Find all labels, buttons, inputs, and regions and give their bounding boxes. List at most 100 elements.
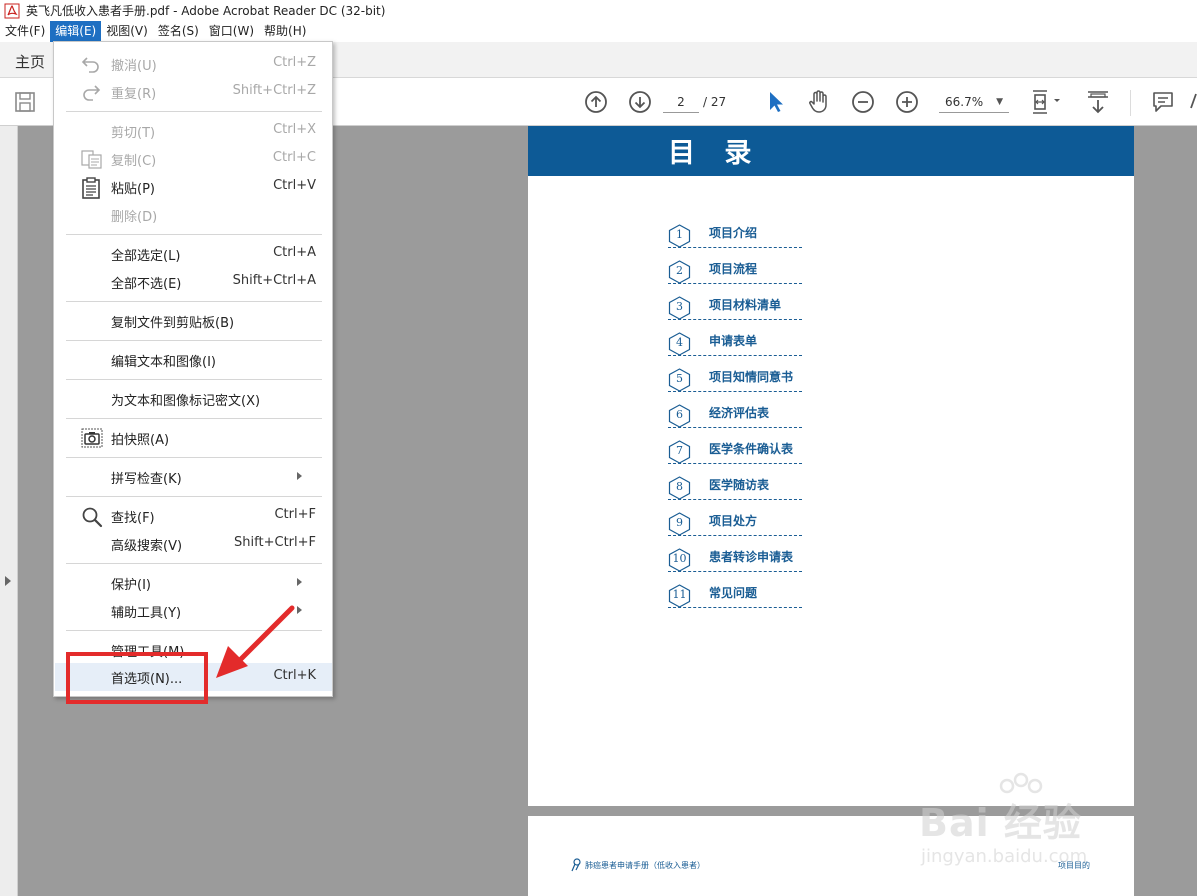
edit-menu-item-0[interactable]: 撤消(U) Ctrl+Z (55, 50, 332, 76)
edit-menu-item-2[interactable]: 剪切(T) Ctrl+X (55, 117, 332, 143)
toc-header: 目 录 (528, 126, 1134, 176)
zoom-out-icon (852, 91, 874, 113)
edit-menu-item-shortcut: Ctrl+A (273, 245, 316, 260)
toc-item-label: 项目流程 (709, 262, 758, 276)
zoom-out-button[interactable] (851, 90, 875, 114)
toc-item[interactable]: 8 医学随访表 (668, 474, 802, 500)
edit-menu-item-10[interactable]: 为文本和图像标记密文(X) (55, 385, 332, 411)
edit-menu-item-14[interactable]: 高级搜索(V) Shift+Ctrl+F (55, 530, 332, 556)
edit-menu-item-label: 删除(D) (111, 210, 158, 225)
watermark-text: Bai 经验 (919, 801, 1082, 845)
zoom-level-value: 66.7% (945, 95, 984, 109)
zoom-level-select[interactable]: 66.7% ▼ (939, 91, 1009, 113)
toc-item[interactable]: 6 经济评估表 (668, 402, 802, 428)
edit-menu-item-label: 保护(I) (111, 578, 151, 593)
toc-item[interactable]: 5 项目知情同意书 (668, 366, 802, 392)
save-icon (15, 92, 35, 112)
toc-item-number: 11 (672, 588, 687, 601)
tab-home[interactable]: 主页 (15, 51, 45, 72)
toc-item[interactable]: 10 患者转诊申请表 (668, 546, 802, 572)
submenu-arrow-icon (297, 472, 302, 480)
edit-menu-item-shortcut: Ctrl+X (273, 122, 316, 137)
paste-icon (81, 177, 101, 199)
menu-item-0[interactable]: 文件(F) (0, 21, 50, 42)
edit-menu-item-label: 剪切(T) (111, 126, 156, 141)
edit-menu-item-1[interactable]: 重复(R) Shift+Ctrl+Z (55, 78, 332, 104)
menu-item-4[interactable]: 窗口(W) (204, 21, 259, 42)
edit-menu-item-11[interactable]: 拍快照(A) (55, 424, 332, 450)
fit-page-button[interactable] (1030, 89, 1064, 115)
previous-page-button[interactable] (584, 90, 608, 114)
toc-item-number: 3 (676, 300, 683, 313)
edit-menu-item-4[interactable]: 粘贴(P) Ctrl+V (55, 173, 332, 199)
menu-separator (66, 340, 322, 341)
camera-icon (81, 428, 103, 448)
menu-bar: 文件(F) 编辑(E) 视图(V) 签名(S) 窗口(W) 帮助(H) (0, 21, 1197, 42)
toc-item-label: 项目处方 (709, 514, 758, 528)
edit-menu-item-5[interactable]: 删除(D) (55, 201, 332, 227)
edit-menu-item-shortcut: Ctrl+Z (273, 55, 316, 70)
page-footer-left: 肺癌患者申请手册（低收入患者） (570, 858, 705, 872)
arrow-down-circle-icon (629, 91, 651, 113)
watermark-url: jingyan.baidu.com (921, 846, 1088, 867)
expand-pane-icon[interactable] (5, 576, 11, 586)
edit-menu-item-9[interactable]: 编辑文本和图像(I) (55, 346, 332, 372)
edit-menu-item-label: 复制(C) (111, 154, 157, 169)
edit-menu-item-8[interactable]: 复制文件到剪贴板(B) (55, 307, 332, 333)
toc-item[interactable]: 7 医学条件确认表 (668, 438, 802, 464)
edit-menu-item-label: 拼写检查(K) (111, 472, 182, 487)
toc-item-number: 5 (676, 372, 683, 385)
search-icon (81, 506, 103, 528)
scroll-mode-button[interactable] (1086, 89, 1110, 115)
menu-item-2[interactable]: 视图(V) (101, 21, 153, 42)
document-page: 目 录 1 项目介绍 2 项目流程 3 项目材料清单 4 申请表单 5 项目知情同意书 6 经济评估表… (528, 126, 1134, 806)
hand-tool-button[interactable] (807, 89, 831, 115)
pen-icon (1190, 93, 1197, 109)
menu-separator (66, 457, 322, 458)
edit-menu-item-label: 全部选定(L) (111, 249, 181, 264)
menu-separator (66, 496, 322, 497)
edit-menu-item-3[interactable]: 复制(C) Ctrl+C (55, 145, 332, 171)
toc-item-number: 1 (676, 228, 683, 241)
edit-menu-item-label: 为文本和图像标记密文(X) (111, 394, 261, 409)
edit-menu-item-label: 重复(R) (111, 87, 157, 102)
edit-menu-item-shortcut: Shift+Ctrl+Z (232, 83, 316, 98)
page-number-input[interactable]: 2 (663, 91, 699, 113)
next-page-button[interactable] (628, 90, 652, 114)
window-title: 英飞凡低收入患者手册.pdf - Adobe Acrobat Reader DC… (26, 4, 386, 18)
edit-menu-item-13[interactable]: 查找(F) Ctrl+F (55, 502, 332, 528)
edit-menu-item-label: 拍快照(A) (111, 433, 170, 448)
toc-item-number: 10 (672, 552, 687, 565)
zoom-in-button[interactable] (895, 90, 919, 114)
highlight-annotation-box (66, 652, 208, 704)
menu-item-3[interactable]: 签名(S) (153, 21, 204, 42)
edit-menu-item-shortcut: Ctrl+F (274, 507, 316, 522)
edit-menu-item-6[interactable]: 全部选定(L) Ctrl+A (55, 240, 332, 266)
edit-menu-item-label: 全部不选(E) (111, 277, 182, 292)
toc-item[interactable]: 4 申请表单 (668, 330, 802, 356)
menu-item-5[interactable]: 帮助(H) (259, 21, 311, 42)
toc-item[interactable]: 11 常见问题 (668, 582, 802, 608)
toc-item[interactable]: 1 项目介绍 (668, 222, 802, 248)
toc-item-number: 6 (676, 408, 683, 421)
toc-item[interactable]: 2 项目流程 (668, 258, 802, 284)
menu-separator (66, 379, 322, 380)
menu-separator (66, 234, 322, 235)
edit-menu-item-15[interactable]: 保护(I) (55, 569, 332, 595)
edit-menu-item-shortcut: Shift+Ctrl+A (232, 273, 316, 288)
select-tool-button[interactable] (765, 90, 787, 114)
more-tools-button[interactable] (1190, 90, 1197, 114)
redo-icon (81, 82, 101, 102)
toc-item-label: 项目介绍 (709, 226, 758, 240)
edit-menu-item-label: 复制文件到剪贴板(B) (111, 316, 235, 331)
toc-item[interactable]: 3 项目材料清单 (668, 294, 802, 320)
menu-item-1[interactable]: 编辑(E) (50, 21, 102, 42)
comment-button[interactable] (1151, 90, 1175, 114)
toc-item[interactable]: 9 项目处方 (668, 510, 802, 536)
edit-menu-item-12[interactable]: 拼写检查(K) (55, 463, 332, 489)
save-button[interactable] (14, 91, 36, 113)
toc-item-label: 项目知情同意书 (709, 370, 794, 384)
scroll-mode-icon (1088, 91, 1108, 114)
edit-menu-item-7[interactable]: 全部不选(E) Shift+Ctrl+A (55, 268, 332, 294)
edit-menu-item-shortcut: Ctrl+C (272, 150, 316, 165)
